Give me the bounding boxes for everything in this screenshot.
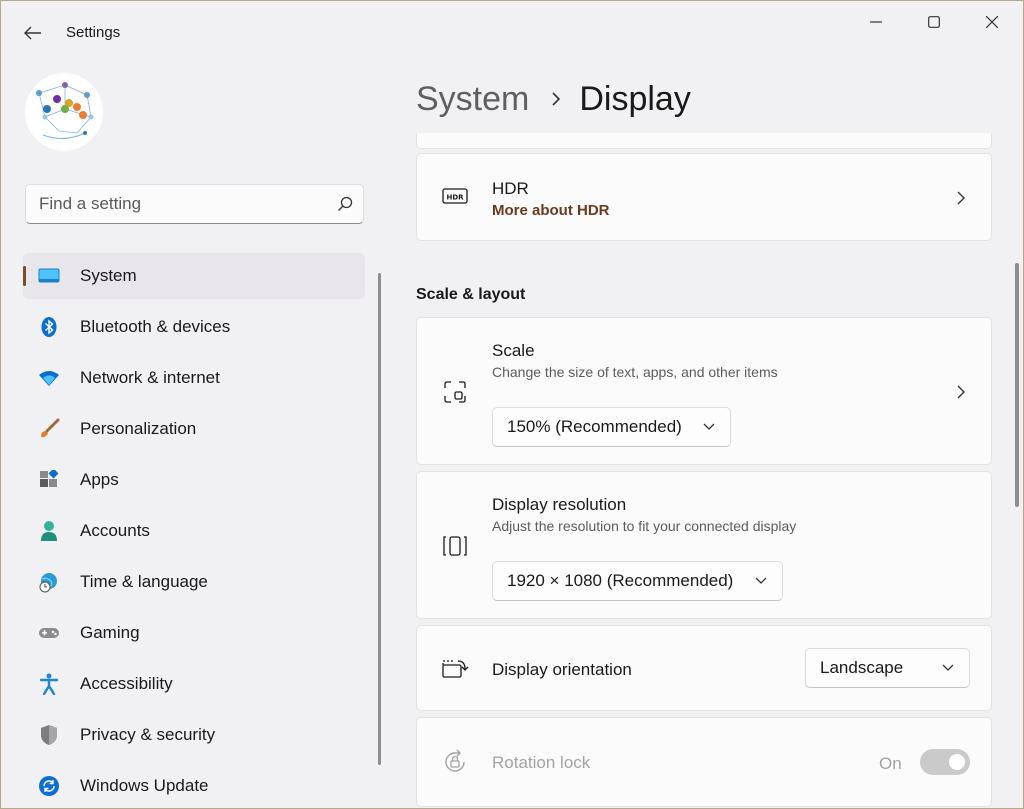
maximize-icon (928, 16, 940, 28)
display-orientation-card: Display orientation Landscape (416, 625, 992, 711)
gamepad-icon (38, 622, 60, 644)
minimize-icon (870, 21, 882, 23)
resolution-icon (441, 532, 469, 560)
sidebar-item-gaming[interactable]: Gaming (23, 610, 365, 656)
main-scrollbar[interactable] (1015, 263, 1019, 507)
sidebar-item-label: Network & internet (80, 368, 220, 387)
sidebar-item-label: Gaming (80, 623, 140, 642)
user-avatar[interactable] (25, 73, 103, 151)
apps-icon (38, 469, 60, 491)
rotation-lock-toggle[interactable] (920, 749, 970, 775)
close-icon (986, 16, 998, 28)
update-icon (38, 775, 60, 797)
chevron-down-icon (702, 420, 716, 434)
accessibility-icon (38, 673, 60, 695)
chevron-down-icon (941, 661, 955, 675)
hdr-link[interactable]: More about HDR (492, 202, 610, 219)
main-content: HDR HDR More about HDR Scale & layout Sc… (416, 133, 996, 808)
rotation-lock-title: Rotation lock (492, 753, 591, 772)
shield-icon (38, 724, 60, 746)
rotation-lock-state: On (879, 754, 902, 773)
person-icon (38, 520, 60, 542)
sidebar-item-label: Apps (80, 470, 119, 489)
globe-clock-icon (38, 571, 60, 593)
sidebar-item-label: Accounts (80, 521, 150, 540)
hdr-card[interactable]: HDR HDR More about HDR (416, 153, 992, 241)
resolution-subtitle: Adjust the resolution to fit your connec… (492, 518, 797, 534)
brush-icon (38, 418, 60, 440)
sidebar-scrollbar[interactable] (378, 273, 381, 765)
sidebar-item-label: System (80, 266, 137, 285)
display-resolution-card: Display resolution Adjust the resolution… (416, 471, 992, 619)
scale-icon (441, 378, 469, 406)
chevron-right-icon (953, 384, 969, 400)
resolution-dropdown-value: 1920 × 1080 (Recommended) (507, 571, 734, 590)
search-icon[interactable] (327, 186, 363, 222)
scale-dropdown-value: 150% (Recommended) (507, 417, 682, 436)
bluetooth-icon (38, 316, 60, 338)
orientation-dropdown-value: Landscape (820, 658, 904, 677)
chevron-right-icon (953, 190, 969, 206)
rotation-lock-icon (441, 748, 469, 776)
sidebar-item-label: Accessibility (80, 674, 173, 693)
sidebar-item-label: Time & language (80, 572, 208, 591)
wifi-icon (38, 367, 60, 389)
search-input[interactable] (39, 194, 327, 214)
sidebar-item-time-language[interactable]: Time & language (23, 559, 365, 605)
settings-window: Settings Find a setting System Bluetooth… (0, 0, 1024, 809)
system-icon (38, 265, 60, 287)
hdr-title: HDR (492, 179, 529, 198)
previous-card (416, 133, 992, 149)
back-button[interactable] (19, 19, 47, 47)
sidebar-item-network[interactable]: Network & internet (23, 355, 365, 401)
sidebar-item-privacy[interactable]: Privacy & security (23, 712, 365, 758)
scale-dropdown[interactable]: 150% (Recommended) (492, 407, 731, 447)
breadcrumb-parent[interactable]: System (416, 80, 529, 119)
minimize-button[interactable] (853, 7, 899, 37)
sidebar-item-system[interactable]: System (23, 253, 365, 299)
close-button[interactable] (969, 7, 1015, 37)
svg-text:HDR: HDR (446, 194, 464, 202)
sidebar-item-label: Bluetooth & devices (80, 317, 231, 336)
scale-subtitle: Change the size of text, apps, and other… (492, 364, 778, 380)
sidebar-item-windows-update[interactable]: Windows Update (23, 763, 365, 808)
orientation-title: Display orientation (492, 660, 632, 679)
hdr-icon: HDR (441, 182, 469, 210)
sidebar-item-personalization[interactable]: Personalization (23, 406, 365, 452)
toggle-knob (949, 754, 965, 770)
sidebar-item-accounts[interactable]: Accounts (23, 508, 365, 554)
orientation-dropdown[interactable]: Landscape (805, 648, 970, 688)
resolution-title: Display resolution (492, 495, 627, 514)
title-bar: Settings (1, 1, 1023, 63)
resolution-dropdown[interactable]: 1920 × 1080 (Recommended) (492, 561, 783, 601)
sidebar-nav: System Bluetooth & devices Network & int… (23, 253, 365, 808)
scale-title: Scale (492, 341, 535, 360)
sidebar-item-apps[interactable]: Apps (23, 457, 365, 503)
page-title: Display (579, 79, 691, 118)
breadcrumb: System Display (416, 77, 691, 121)
sidebar-item-label: Windows Update (80, 776, 209, 795)
sidebar-item-label: Personalization (80, 419, 197, 438)
chevron-down-icon (754, 574, 768, 588)
search-box[interactable] (25, 184, 364, 224)
chevron-right-icon (551, 91, 561, 107)
sidebar-item-bluetooth[interactable]: Bluetooth & devices (23, 304, 365, 350)
avatar-logo-icon (26, 74, 102, 150)
rotation-lock-card: Rotation lock On (416, 717, 992, 807)
app-title: Settings (66, 24, 121, 41)
sidebar-item-accessibility[interactable]: Accessibility (23, 661, 365, 707)
section-heading-scale-layout: Scale & layout (416, 286, 526, 303)
scale-card[interactable]: Scale Change the size of text, apps, and… (416, 317, 992, 465)
back-arrow-icon (24, 26, 41, 40)
orientation-icon (441, 655, 469, 683)
maximize-button[interactable] (911, 7, 957, 37)
sidebar-item-label: Privacy & security (80, 725, 216, 744)
